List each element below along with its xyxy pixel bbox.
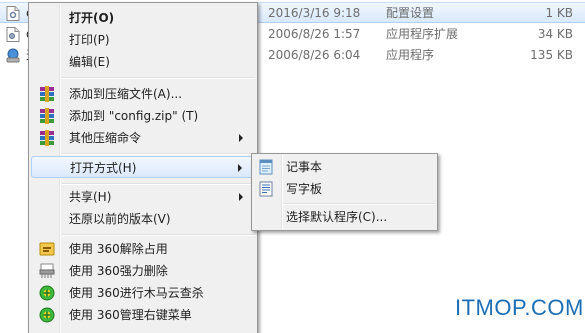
- shredder-icon: [39, 263, 55, 278]
- menu-item-share[interactable]: 共享(H): [31, 186, 255, 208]
- menu-separator: [283, 203, 435, 205]
- open-with-submenu: 记事本 写字板 选择默认程序(C)...: [251, 153, 438, 231]
- menu-item-add-to-zip[interactable]: 添加到 "config.zip" (T): [31, 105, 255, 127]
- menu-item-360-trojan-scan[interactable]: 使用 360进行木马云查杀: [31, 282, 255, 304]
- winrar-icon: [40, 130, 54, 146]
- submenu-arrow-icon: [239, 134, 243, 142]
- menu-separator: [62, 153, 255, 155]
- submenu-arrow-icon: [239, 193, 243, 201]
- menu-item-360-force-delete[interactable]: 使用 360强力删除: [31, 260, 255, 282]
- notepad-icon: [259, 159, 273, 175]
- menu-item-print[interactable]: 打印(P): [31, 29, 255, 51]
- menu-item-open-with[interactable]: 打开方式(H): [31, 156, 255, 178]
- menu-item-360-unlock[interactable]: 使用 360解除占用: [31, 238, 255, 260]
- menu-item-360-manage-menu[interactable]: 使用 360管理右键菜单: [31, 304, 255, 326]
- file-date: 2006/8/26 1:57: [268, 27, 361, 41]
- menu-item-open[interactable]: 打开(O): [31, 7, 255, 29]
- menu-item-edit[interactable]: 编辑(E): [31, 51, 255, 73]
- file-date: 2006/8/26 6:04: [268, 48, 361, 62]
- exe-file-icon: [6, 48, 20, 63]
- submenu-item-notepad[interactable]: 记事本: [254, 156, 435, 178]
- submenu-item-choose-default[interactable]: 选择默认程序(C)...: [254, 206, 435, 228]
- 360-logo-icon: [39, 307, 55, 323]
- file-size: 34 KB: [537, 27, 573, 41]
- context-menu: 打开(O) 打印(P) 编辑(E) 添加到压缩文件(A)... 添加到 "con…: [28, 2, 258, 333]
- file-size: 1 KB: [545, 6, 573, 20]
- wordpad-icon: [259, 181, 273, 197]
- file-type: 配置设置: [386, 6, 435, 20]
- file-date: 2016/3/16 9:18: [268, 6, 361, 20]
- file-size: 135 KB: [530, 48, 573, 62]
- unlock-file-icon: [39, 242, 55, 256]
- watermark: ITMOP.COM: [455, 295, 584, 320]
- menu-item-other-compress[interactable]: 其他压缩命令: [31, 127, 255, 149]
- menu-item-restore-version[interactable]: 还原以前的版本(V): [31, 208, 255, 230]
- config-file-icon: [6, 6, 20, 21]
- menu-separator: [62, 77, 255, 79]
- file-type: 应用程序扩展: [386, 27, 459, 41]
- menu-item-add-to-archive[interactable]: 添加到压缩文件(A)...: [31, 83, 255, 105]
- dll-file-icon: [6, 27, 20, 42]
- submenu-item-wordpad[interactable]: 写字板: [254, 178, 435, 200]
- menu-separator: [62, 183, 255, 185]
- submenu-arrow-icon: [238, 164, 242, 172]
- 360-logo-icon: [39, 285, 55, 301]
- file-type: 应用程序: [386, 48, 435, 62]
- menu-separator: [62, 234, 255, 236]
- winrar-icon: [40, 108, 54, 124]
- winrar-icon: [40, 86, 54, 102]
